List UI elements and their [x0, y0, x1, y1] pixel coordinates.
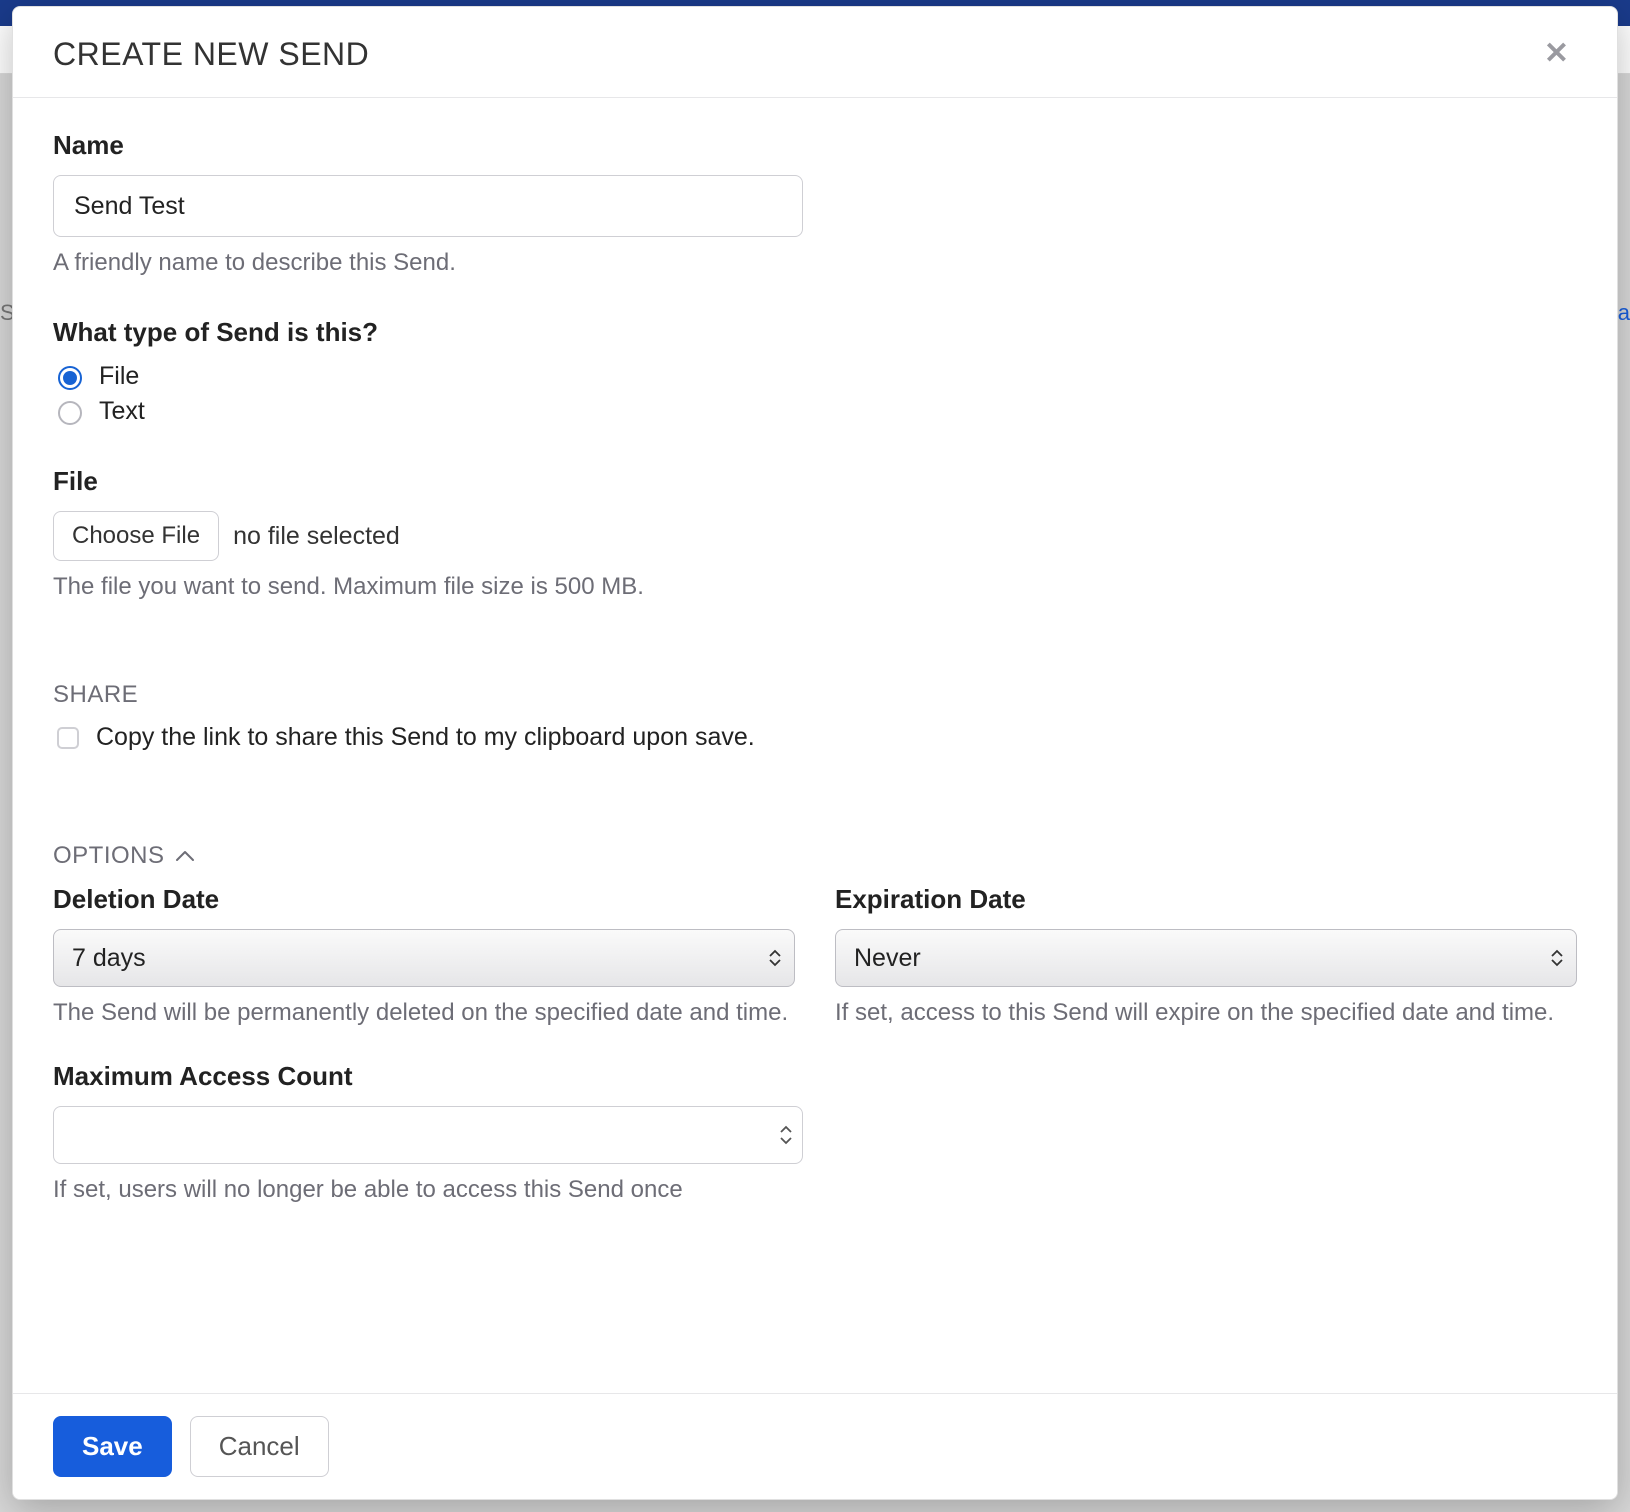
max-access-input[interactable]	[53, 1106, 803, 1164]
file-help: The file you want to send. Maximum file …	[53, 573, 1577, 601]
options-grid: Deletion Date 7 days The Send will be pe…	[53, 884, 1577, 1027]
name-label: Name	[53, 130, 1577, 161]
file-label: File	[53, 466, 1577, 497]
expiration-date-group: Expiration Date Never If set, access to …	[835, 884, 1577, 1027]
max-access-help: If set, users will no longer be able to …	[53, 1176, 1577, 1204]
deletion-date-select[interactable]: 7 days	[53, 929, 795, 987]
name-help: A friendly name to describe this Send.	[53, 249, 1577, 277]
deletion-date-group: Deletion Date 7 days The Send will be pe…	[53, 884, 795, 1027]
deletion-date-value: 7 days	[72, 944, 146, 972]
copy-link-checkbox[interactable]	[57, 727, 79, 749]
options-header[interactable]: OPTIONS	[53, 842, 1577, 870]
stepper-down-icon[interactable]	[779, 1136, 793, 1145]
modal-title: CREATE NEW SEND	[53, 36, 369, 73]
share-group: SHARE Copy the link to share this Send t…	[53, 681, 1577, 752]
close-icon[interactable]: ✕	[1536, 35, 1577, 73]
radio-text-label: Text	[99, 397, 145, 426]
name-input[interactable]	[53, 175, 803, 237]
radio-row-file: File	[53, 362, 1577, 391]
modal-footer: Save Cancel	[13, 1393, 1617, 1499]
type-group: What type of Send is this? File Text	[53, 317, 1577, 426]
radio-file-label: File	[99, 362, 139, 391]
file-row: Choose File no file selected	[53, 511, 1577, 561]
expiration-date-select[interactable]: Never	[835, 929, 1577, 987]
radio-row-text: Text	[53, 397, 1577, 426]
file-status: no file selected	[233, 522, 400, 551]
stepper-up-icon[interactable]	[779, 1125, 793, 1134]
options-title: OPTIONS	[53, 842, 165, 870]
cancel-button[interactable]: Cancel	[190, 1416, 329, 1477]
copy-link-label: Copy the link to share this Send to my c…	[96, 723, 755, 752]
expiration-date-value: Never	[854, 944, 921, 972]
chevron-up-icon	[175, 846, 195, 866]
max-access-label: Maximum Access Count	[53, 1061, 1577, 1092]
modal-body: Name A friendly name to describe this Se…	[13, 98, 1617, 1393]
radio-file[interactable]	[58, 366, 82, 390]
name-group: Name A friendly name to describe this Se…	[53, 130, 1577, 277]
type-label: What type of Send is this?	[53, 317, 1577, 348]
save-button[interactable]: Save	[53, 1416, 172, 1477]
expiration-date-help: If set, access to this Send will expire …	[835, 999, 1577, 1027]
file-group: File Choose File no file selected The fi…	[53, 466, 1577, 601]
radio-text[interactable]	[58, 401, 82, 425]
modal-header: CREATE NEW SEND ✕	[13, 7, 1617, 98]
number-stepper[interactable]	[779, 1125, 793, 1145]
share-title: SHARE	[53, 681, 1577, 709]
choose-file-button[interactable]: Choose File	[53, 511, 219, 561]
create-send-modal: CREATE NEW SEND ✕ Name A friendly name t…	[12, 6, 1618, 1500]
max-access-group: Maximum Access Count If set, users will …	[53, 1061, 1577, 1204]
deletion-date-help: The Send will be permanently deleted on …	[53, 999, 795, 1027]
expiration-date-label: Expiration Date	[835, 884, 1577, 915]
share-copy-row: Copy the link to share this Send to my c…	[53, 723, 1577, 752]
deletion-date-label: Deletion Date	[53, 884, 795, 915]
